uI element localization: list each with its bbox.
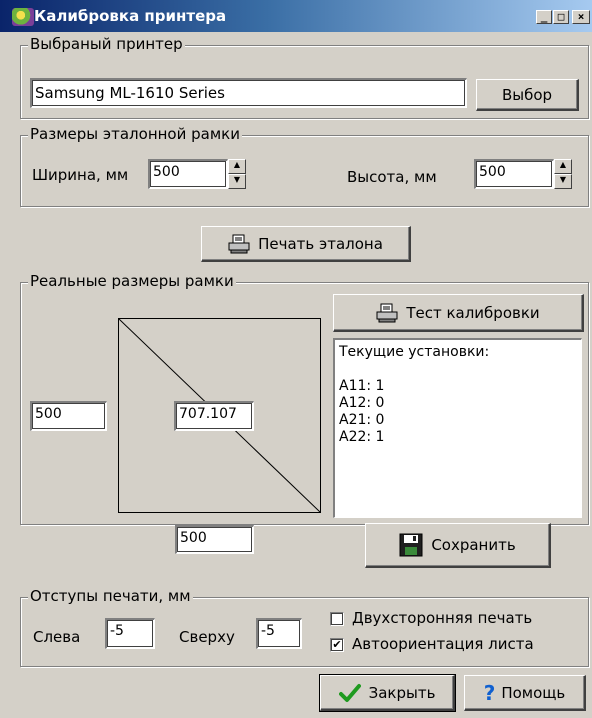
maximize-button[interactable]: □: [553, 10, 569, 24]
settings-line: A22: 1: [339, 429, 385, 445]
printer-icon: [228, 234, 250, 254]
close-window-button[interactable]: ×: [572, 10, 590, 24]
print-reference-label: Печать эталона: [258, 234, 383, 253]
question-mark-icon: ?: [483, 680, 496, 705]
help-label: Помощь: [501, 683, 566, 702]
bottom-side-field[interactable]: 500: [175, 525, 254, 554]
settings-line: [339, 361, 577, 378]
save-button[interactable]: Сохранить: [365, 523, 551, 568]
width-up-arrow-icon[interactable]: ▲: [228, 159, 246, 174]
app-icon: [12, 8, 34, 26]
diagonal-field[interactable]: 707.107: [174, 401, 254, 431]
height-label: Высота, мм: [347, 168, 437, 186]
printer-group-label: Выбраный принтер: [28, 35, 185, 53]
width-spinner[interactable]: ▲ ▼: [228, 159, 246, 189]
height-spinner[interactable]: ▲ ▼: [554, 159, 572, 189]
settings-line: A11: 1: [339, 378, 385, 394]
printer-icon: [376, 303, 398, 323]
frame-size-group-label: Размеры эталонной рамки: [28, 125, 242, 143]
print-reference-button[interactable]: Печать эталона: [201, 226, 411, 262]
margin-top-label: Сверху: [179, 628, 235, 646]
window-title: Калибровка принтера: [34, 7, 227, 25]
close-button[interactable]: Закрыть: [319, 674, 456, 712]
width-field[interactable]: 500: [148, 159, 228, 189]
settings-line: A21: 0: [339, 412, 385, 428]
height-field[interactable]: 500: [474, 159, 554, 189]
height-down-arrow-icon[interactable]: ▼: [554, 174, 572, 189]
margin-left-label: Слева: [33, 628, 81, 646]
duplex-label[interactable]: Двухсторонняя печать: [352, 609, 532, 627]
checkmark-icon: [338, 683, 361, 703]
autorotate-label[interactable]: Автоориентация листа: [352, 635, 534, 653]
help-button[interactable]: ? Помощь: [464, 675, 586, 711]
margin-left-field[interactable]: -5: [105, 618, 155, 649]
test-calibration-label: Тест калибровки: [406, 303, 540, 322]
left-side-field[interactable]: 500: [30, 401, 107, 431]
close-label: Закрыть: [368, 683, 436, 702]
width-label: Ширина, мм: [32, 166, 129, 184]
settings-line: Текущие установки:: [339, 344, 490, 360]
height-up-arrow-icon[interactable]: ▲: [554, 159, 572, 174]
autorotate-checkbox[interactable]: ✔: [330, 638, 344, 652]
checkmark-icon: ✔: [332, 638, 342, 651]
current-settings-memo[interactable]: Текущие установки: A11: 1 A12: 0 A21: 0 …: [333, 338, 582, 518]
width-down-arrow-icon[interactable]: ▼: [228, 174, 246, 189]
printer-name-field[interactable]: Samsung ML-1610 Series: [30, 78, 467, 108]
margin-top-field[interactable]: -5: [256, 618, 302, 649]
select-printer-button[interactable]: Выбор: [476, 79, 579, 111]
floppy-disk-icon: [399, 533, 423, 557]
select-printer-label: Выбор: [501, 85, 553, 104]
margins-group-label: Отступы печати, мм: [28, 587, 193, 605]
real-size-group-label: Реальные размеры рамки: [28, 272, 236, 290]
minimize-button[interactable]: _: [536, 10, 552, 24]
test-calibration-button[interactable]: Тест калибровки: [333, 294, 584, 332]
save-label: Сохранить: [431, 536, 516, 554]
settings-line: A12: 0: [339, 395, 385, 411]
duplex-checkbox[interactable]: [330, 612, 344, 626]
